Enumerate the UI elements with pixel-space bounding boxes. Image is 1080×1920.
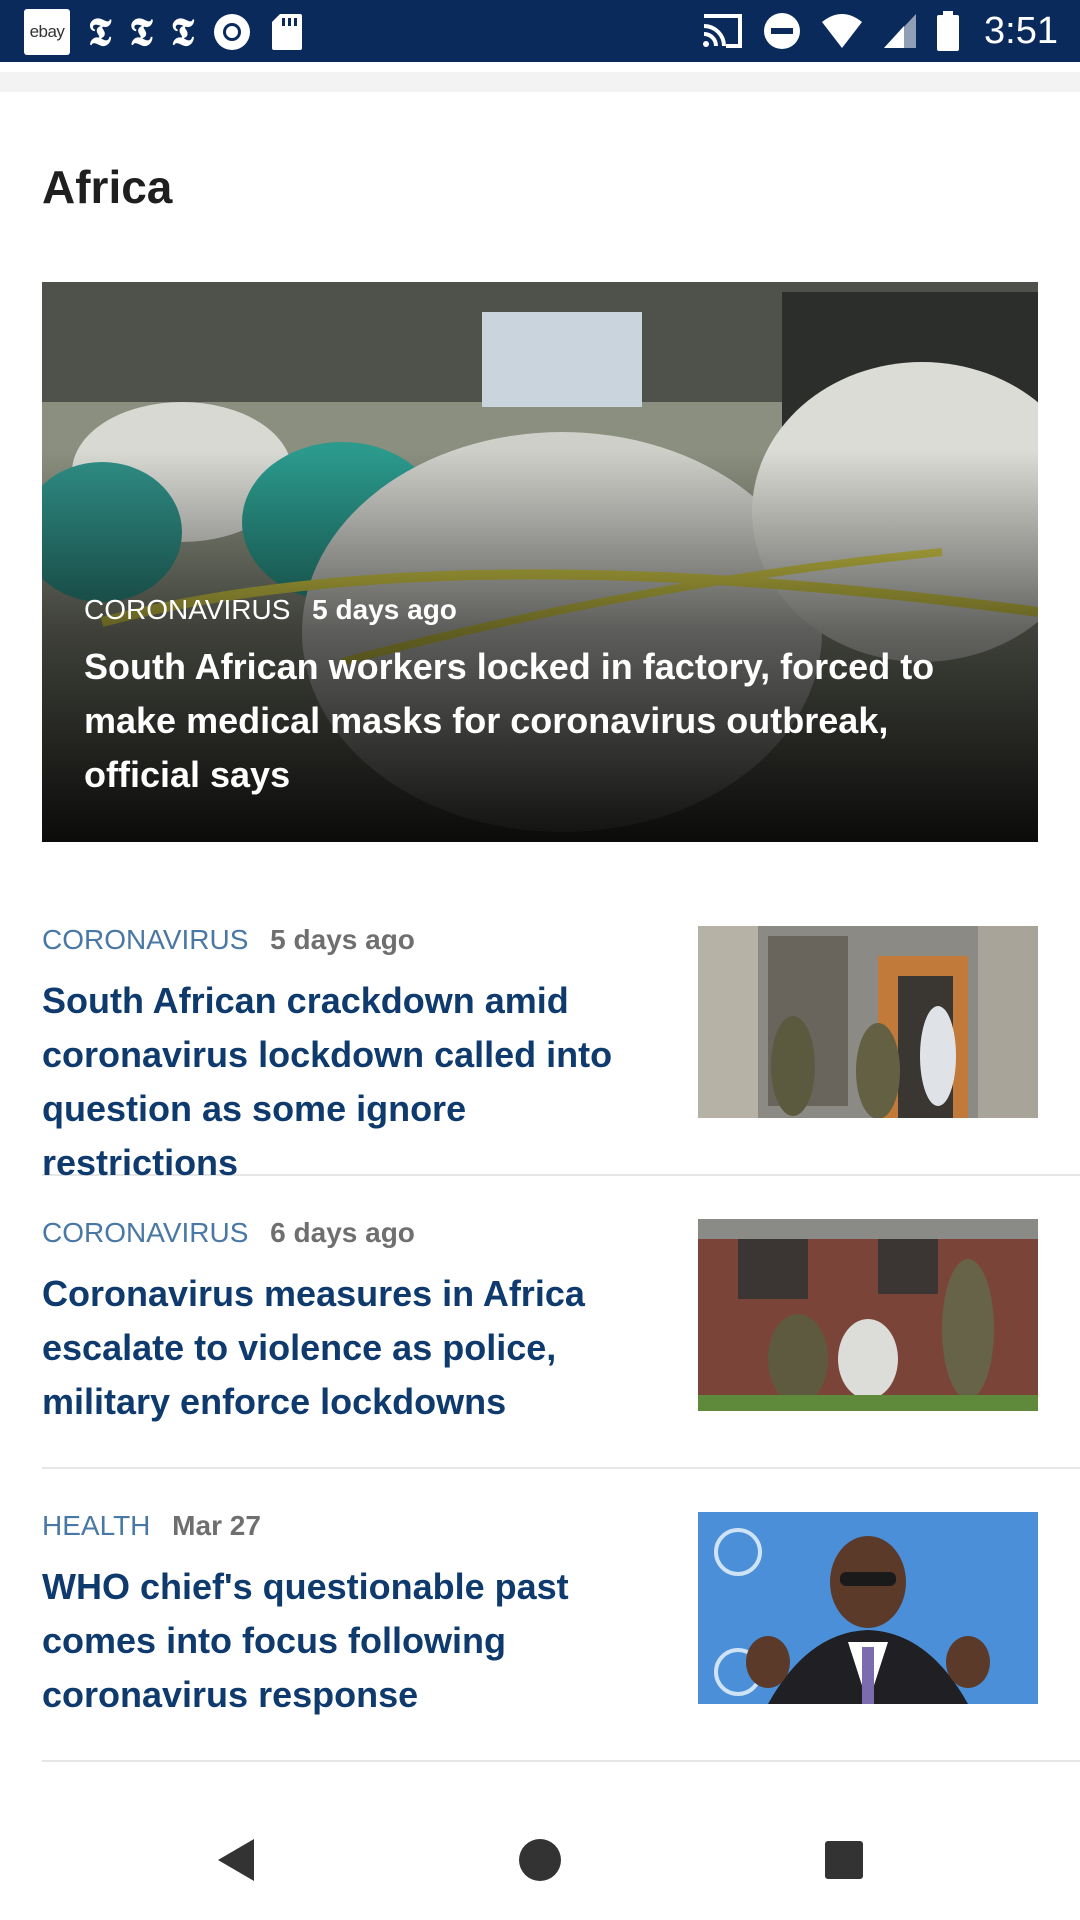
nyt-icon: 𝕿 [129,9,153,54]
article-meta: CORONAVIRUS 6 days ago [42,1217,415,1249]
status-bar: ebay 𝕿 𝕿 𝕿 3:51 [0,0,1080,62]
signal-icon [884,14,917,48]
back-icon [218,1839,254,1881]
recents-icon [825,1841,863,1879]
article-timestamp: 6 days ago [270,1217,415,1248]
article-meta: HEALTH Mar 27 [42,1510,261,1542]
hero-article[interactable]: CORONAVIRUS 5 days ago South African wor… [42,282,1038,842]
hero-timestamp: 5 days ago [312,594,457,625]
article-thumbnail-image [698,1219,1038,1411]
system-icons: 3:51 [700,8,1058,54]
radio-icon [214,14,251,50]
article-row[interactable]: CORONAVIRUS 6 days ago Coronavirus measu… [42,1175,1080,1469]
scroll-edge-strip [0,72,1080,92]
ebay-icon-label: ebay [29,22,65,41]
article-meta: CORONAVIRUS 5 days ago [42,924,415,956]
article-thumbnail-image [698,1512,1038,1704]
sd-card-icon [272,14,303,50]
home-icon [519,1839,561,1881]
notification-icons: ebay 𝕿 𝕿 𝕿 [24,9,304,55]
wifi-icon [822,14,863,48]
battery-icon [937,11,960,51]
hero-headline[interactable]: South African workers locked in factory,… [84,640,998,802]
page-title: Africa [42,161,173,213]
do-not-disturb-icon [764,13,801,49]
article-headline[interactable]: South African crackdown amid coronavirus… [42,974,672,1190]
navigation-bar [0,1800,1080,1920]
article-headline[interactable]: WHO chief's questionable past comes into… [42,1560,672,1722]
article-timestamp: Mar 27 [172,1510,261,1541]
article-category[interactable]: HEALTH [42,1510,150,1541]
cast-icon [703,14,743,48]
article-thumbnail[interactable] [698,926,1038,1118]
ebay-icon: ebay [24,9,70,55]
nyt-icon: 𝕿 [88,9,112,54]
nyt-icon: 𝕿 [170,9,195,54]
article-category[interactable]: CORONAVIRUS [42,1217,248,1248]
article-thumbnail[interactable] [698,1512,1038,1704]
article-category[interactable]: CORONAVIRUS [42,924,248,955]
clock: 3:51 [984,9,1058,52]
hero-category[interactable]: CORONAVIRUS [84,594,290,625]
article-row[interactable]: CORONAVIRUS 5 days ago South African cra… [42,882,1080,1183]
recents-button[interactable] [814,1830,874,1890]
hero-meta: CORONAVIRUS 5 days ago [84,594,998,626]
home-button[interactable] [510,1830,570,1890]
article-thumbnail-image [698,926,1038,1118]
article-row[interactable]: HEALTH Mar 27 WHO chief's questionable p… [42,1468,1080,1762]
hero-text: CORONAVIRUS 5 days ago South African wor… [84,594,998,802]
article-headline[interactable]: Coronavirus measures in Africa escalate … [42,1267,672,1429]
back-button[interactable] [206,1830,266,1890]
article-thumbnail[interactable] [698,1219,1038,1411]
article-timestamp: 5 days ago [270,924,415,955]
